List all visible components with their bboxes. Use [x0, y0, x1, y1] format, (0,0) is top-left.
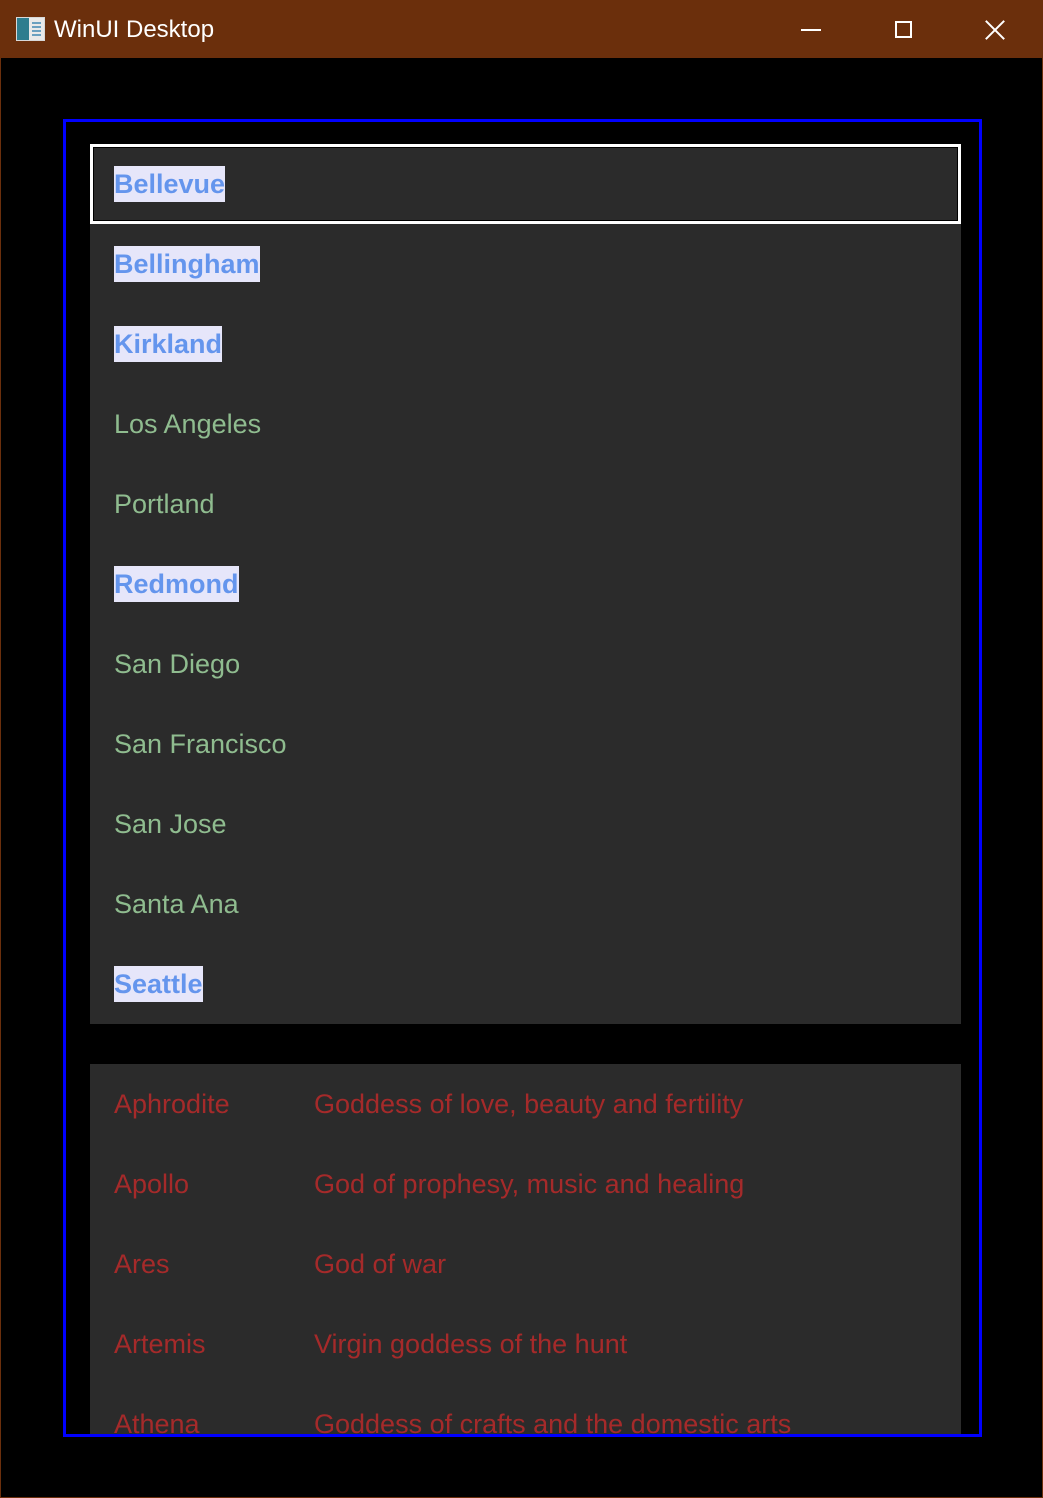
city-list-item[interactable]: Santa Ana — [90, 864, 961, 944]
city-label: Seattle — [114, 966, 203, 1002]
app-icon — [16, 17, 45, 41]
city-label: Redmond — [114, 566, 239, 602]
city-label: Los Angeles — [114, 409, 262, 439]
god-description: God of prophesy, music and healing — [314, 1169, 745, 1199]
city-list-item[interactable]: San Diego — [90, 624, 961, 704]
god-list-item[interactable]: Artemis Virgin goddess of the hunt — [90, 1304, 961, 1384]
city-list-item[interactable]: Redmond — [90, 544, 961, 624]
god-list-item[interactable]: Apollo God of prophesy, music and healing — [90, 1144, 961, 1224]
content-frame: Bellevue Bellingham Kirkland Los Angeles Por… — [63, 119, 982, 1437]
city-list-item[interactable]: Los Angeles — [90, 384, 961, 464]
city-label: Santa Ana — [114, 889, 239, 919]
god-name: Aphrodite — [114, 1089, 230, 1119]
city-label: San Francisco — [114, 729, 287, 759]
city-label: Bellevue — [114, 166, 226, 202]
close-button[interactable] — [949, 1, 1041, 58]
title-bar[interactable]: WinUI Desktop — [1, 1, 1042, 58]
god-name: Athena — [114, 1409, 200, 1437]
god-list-item[interactable]: Ares God of war — [90, 1224, 961, 1304]
god-description: Goddess of love, beauty and fertility — [314, 1089, 744, 1119]
city-list-item[interactable]: Portland — [90, 464, 961, 544]
city-list-item[interactable]: San Jose — [90, 784, 961, 864]
minimize-button[interactable] — [765, 1, 857, 58]
god-name: Apollo — [114, 1169, 190, 1199]
city-label: San Jose — [114, 809, 227, 839]
city-list-item[interactable]: Bellingham — [90, 224, 961, 304]
minimize-icon — [801, 28, 821, 31]
city-list-item[interactable]: Bellevue — [90, 144, 961, 224]
city-list-item[interactable]: San Francisco — [90, 704, 961, 784]
window-title: WinUI Desktop — [54, 16, 215, 43]
city-label: Portland — [114, 489, 215, 519]
city-list-item[interactable]: Seattle — [90, 944, 961, 1024]
god-list-item[interactable]: Athena Goddess of crafts and the domestic… — [90, 1384, 961, 1437]
maximize-icon — [894, 21, 912, 38]
city-label: Bellingham — [114, 246, 260, 282]
maximize-button[interactable] — [857, 1, 949, 58]
god-list[interactable]: Aphrodite Goddess of love, beauty and fer… — [90, 1064, 961, 1437]
city-label: San Diego — [114, 649, 241, 679]
god-list-item[interactable]: Aphrodite Goddess of love, beauty and fer… — [90, 1064, 961, 1144]
city-list[interactable]: Bellevue Bellingham Kirkland Los Angeles Por… — [90, 144, 961, 1024]
city-list-item[interactable]: Kirkland — [90, 304, 961, 384]
god-name: Ares — [114, 1249, 170, 1279]
app-window: WinUI Desktop Bellevue Bellingham Kirkland… — [0, 0, 1043, 1498]
close-icon — [984, 19, 1006, 41]
city-label: Kirkland — [114, 326, 223, 362]
god-description: Virgin goddess of the hunt — [314, 1329, 628, 1359]
god-description: God of war — [314, 1249, 447, 1279]
god-description: Goddess of crafts and the domestic arts — [314, 1409, 792, 1437]
god-name: Artemis — [114, 1329, 206, 1359]
